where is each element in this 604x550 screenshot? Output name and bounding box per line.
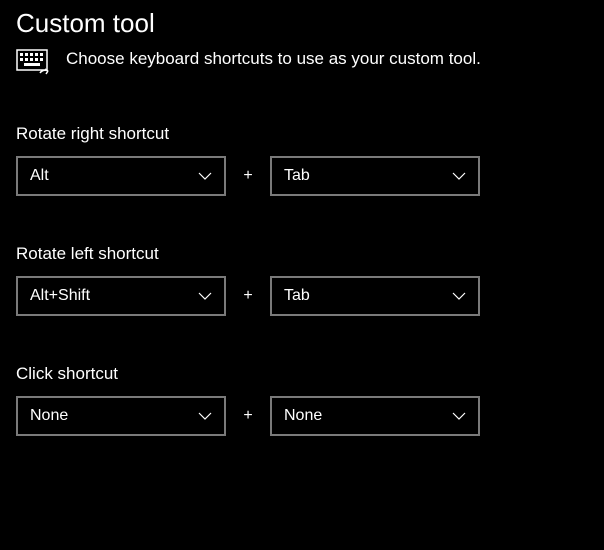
description-row: Choose keyboard shortcuts to use as your… <box>16 47 588 84</box>
chevron-down-icon <box>452 407 466 425</box>
plus-separator: + <box>242 167 254 185</box>
click-dropdown-row: None + None <box>16 396 588 436</box>
dropdown-value: Tab <box>284 287 310 305</box>
chevron-down-icon <box>198 287 212 305</box>
dropdown-value: Alt+Shift <box>30 287 90 305</box>
rotate-right-modifier-dropdown[interactable]: Alt <box>16 156 226 196</box>
rotate-left-label: Rotate left shortcut <box>16 244 588 264</box>
chevron-down-icon <box>452 167 466 185</box>
chevron-down-icon <box>452 287 466 305</box>
rotate-left-key-dropdown[interactable]: Tab <box>270 276 480 316</box>
plus-separator: + <box>242 407 254 425</box>
plus-separator: + <box>242 287 254 305</box>
rotate-right-key-dropdown[interactable]: Tab <box>270 156 480 196</box>
dropdown-value: Alt <box>30 167 49 185</box>
chevron-down-icon <box>198 407 212 425</box>
dropdown-value: None <box>284 407 322 425</box>
click-modifier-dropdown[interactable]: None <box>16 396 226 436</box>
description-text: Choose keyboard shortcuts to use as your… <box>66 47 481 69</box>
rotate-right-shortcut-group: Rotate right shortcut Alt + Tab <box>16 124 588 196</box>
click-key-dropdown[interactable]: None <box>270 396 480 436</box>
page-title: Custom tool <box>16 8 588 39</box>
click-label: Click shortcut <box>16 364 588 384</box>
rotate-left-dropdown-row: Alt+Shift + Tab <box>16 276 588 316</box>
click-shortcut-group: Click shortcut None + None <box>16 364 588 436</box>
rotate-left-shortcut-group: Rotate left shortcut Alt+Shift + Tab <box>16 244 588 316</box>
chevron-down-icon <box>198 167 212 185</box>
dropdown-value: Tab <box>284 167 310 185</box>
rotate-right-dropdown-row: Alt + Tab <box>16 156 588 196</box>
keyboard-icon <box>16 49 52 84</box>
rotate-right-label: Rotate right shortcut <box>16 124 588 144</box>
rotate-left-modifier-dropdown[interactable]: Alt+Shift <box>16 276 226 316</box>
dropdown-value: None <box>30 407 68 425</box>
